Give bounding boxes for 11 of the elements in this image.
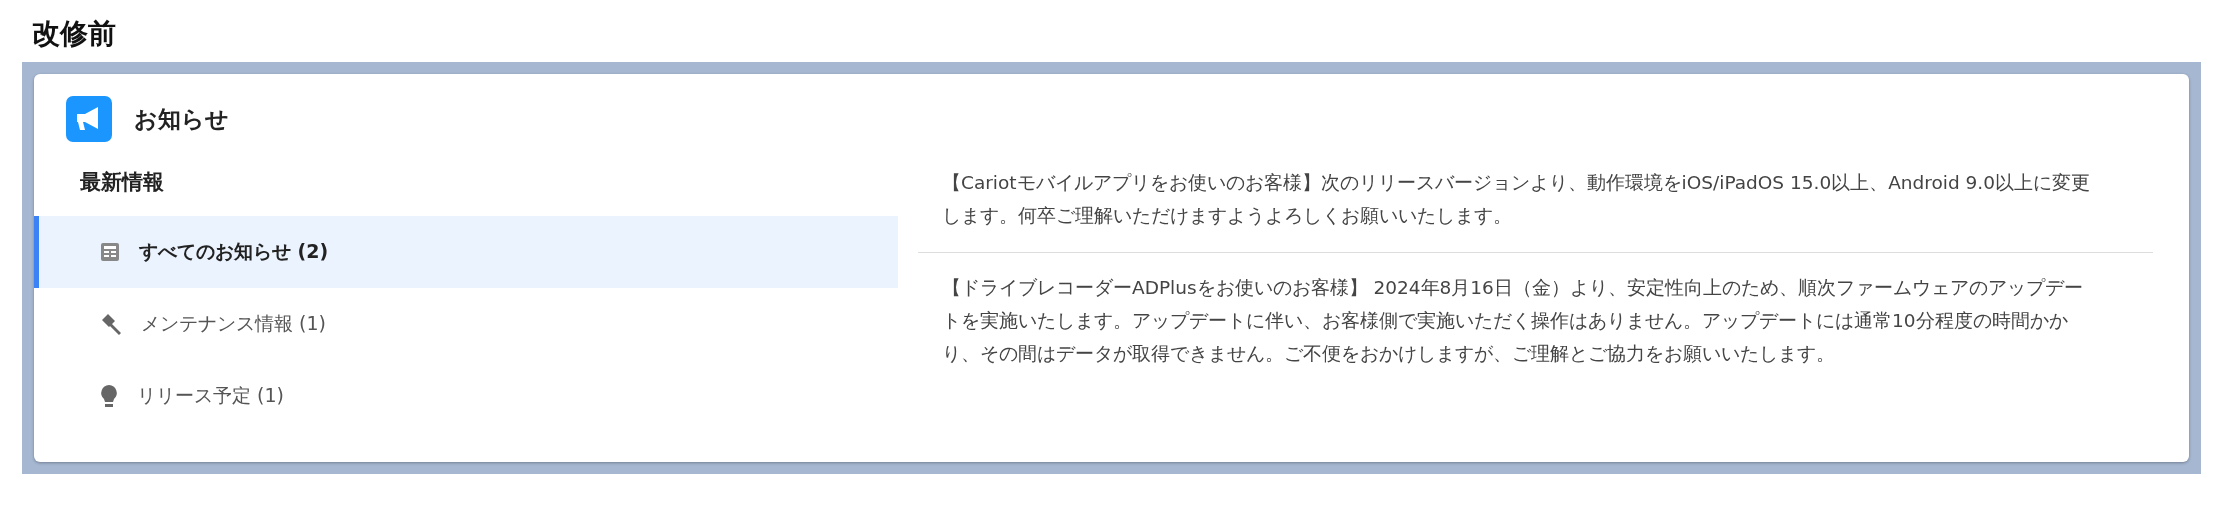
sidebar-item[interactable]: メンテナンス情報 (1): [34, 288, 898, 360]
notice-message: 【ドライブレコーダーADPlusをお使いのお客様】 2024年8月16日（金）より、安定性向上のため、順次ファームウェアのアップデートを実施いたします。アップデートに伴い、お客様側で実施いただく操作はありません。アップデートには通常10分程度の時間かかり、その間はデータが取得できません。ご不便をおかけしますが、ご理解とご協力をお願いいたします。: [918, 252, 2153, 390]
sidebar-heading: 最新情報: [80, 169, 164, 196]
notice-message: 【Cariotモバイルアプリをお使いのお客様】次のリリースバージョンより、動作環境をiOS/iPadOS 15.0以上、Android 9.0以上に変更します。何卒ご理解いただけますようよろしくお願いいたします。: [941, 171, 2091, 228]
megaphone-icon: [66, 96, 112, 142]
section-heading: 改修前: [32, 16, 116, 52]
sidebar-item[interactable]: リリース予定 (1): [34, 360, 898, 432]
lightbulb-icon: [99, 384, 119, 408]
list-icon: [99, 241, 121, 263]
sidebar-item[interactable]: すべてのお知らせ (2): [34, 216, 898, 288]
card-title: お知らせ: [134, 104, 229, 134]
